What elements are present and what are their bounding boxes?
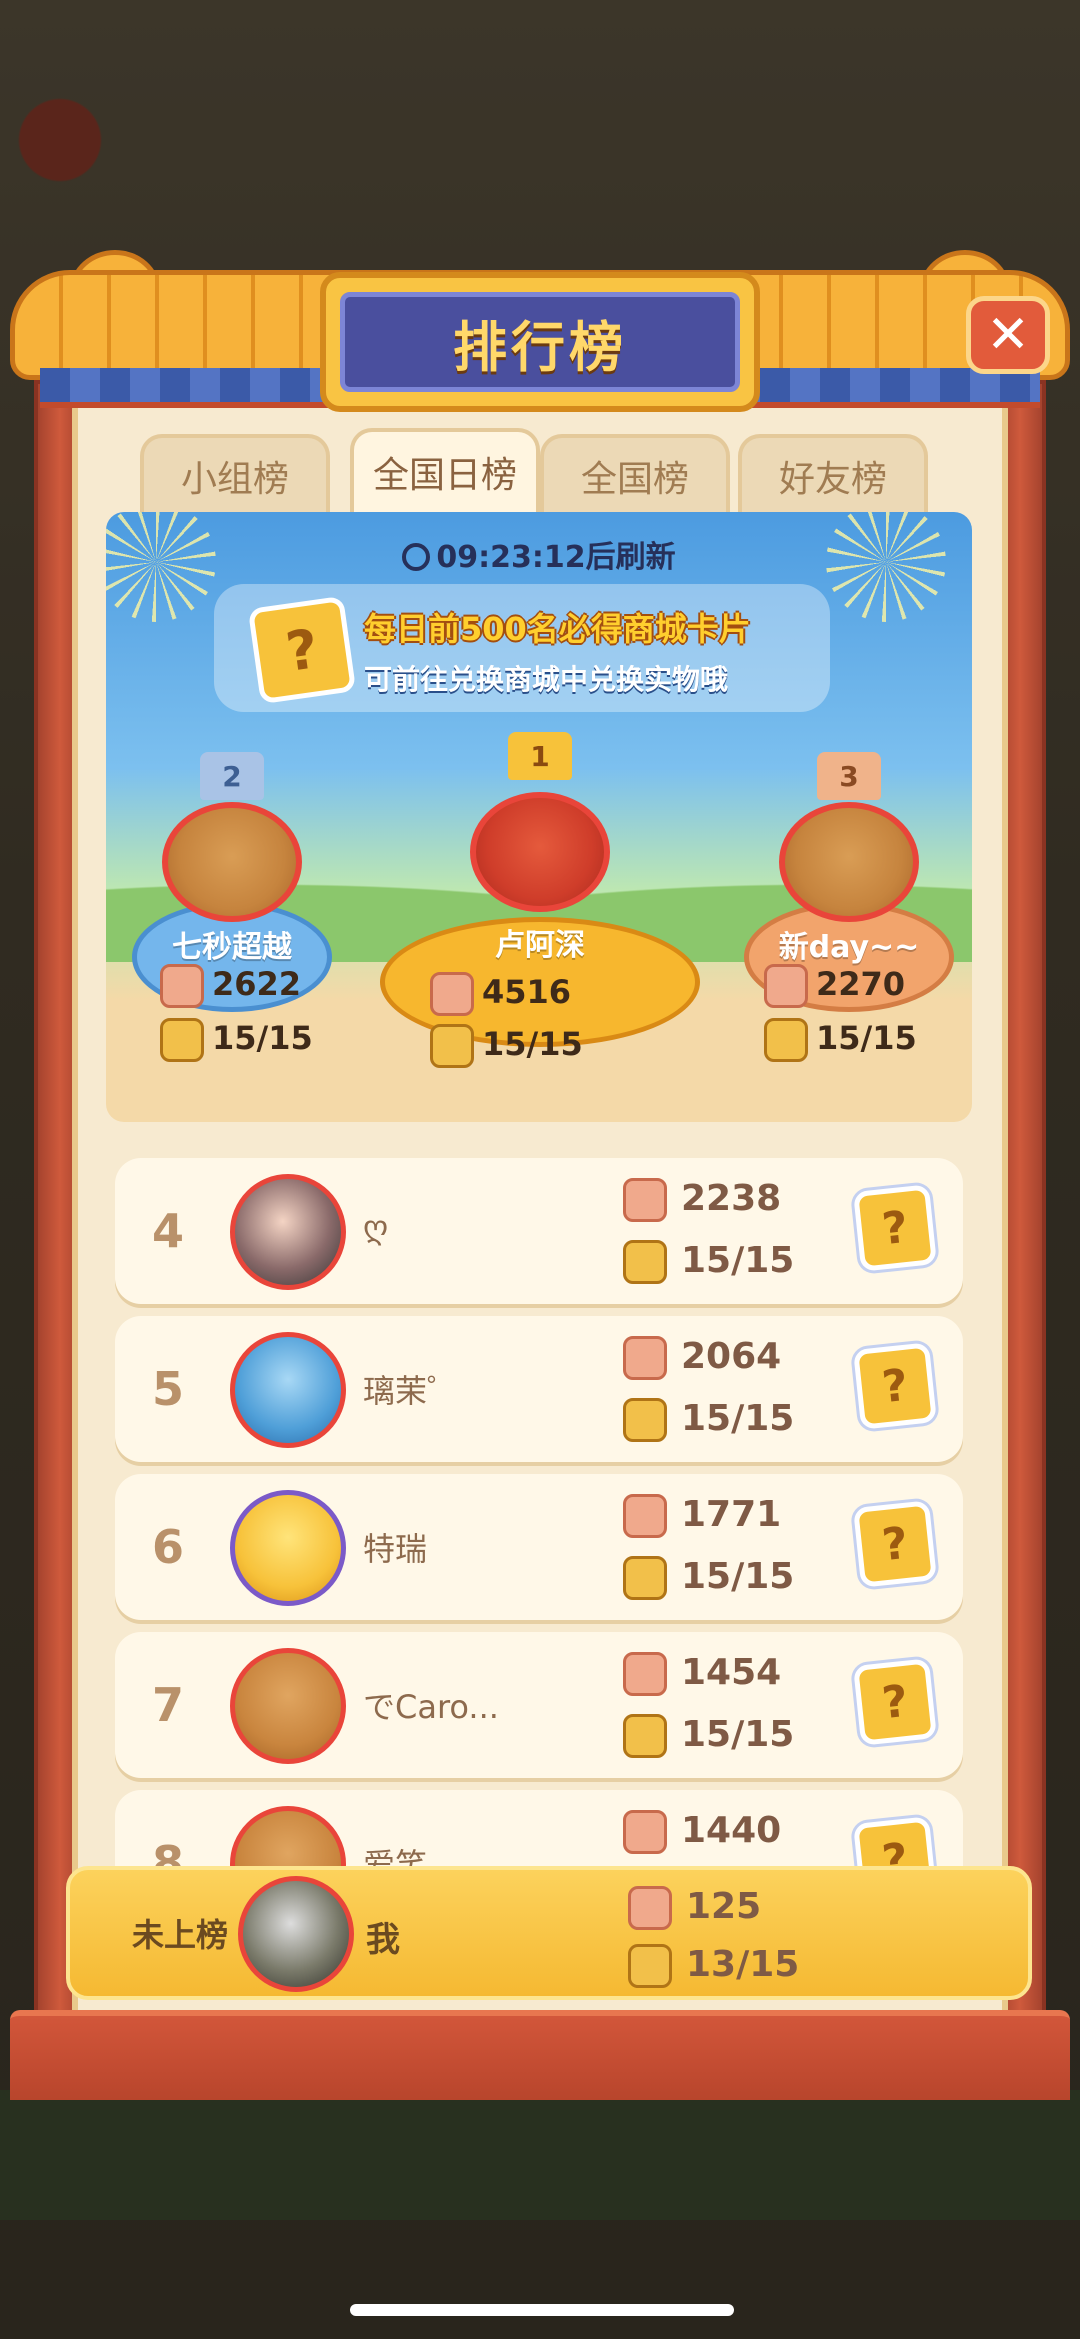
refresh-timer: 09:23:12后刷新: [106, 532, 972, 576]
bear-avatar-icon: [162, 802, 302, 922]
tab-group[interactable]: 小组榜: [140, 434, 330, 514]
avatar: [152, 772, 312, 922]
list-item[interactable]: 5 璃茉゜ 2064 15/15 ?: [115, 1316, 963, 1462]
avatar: [230, 1806, 346, 1868]
book-icon: [430, 1024, 474, 1068]
avatar: [230, 1174, 346, 1290]
rank-number: 6: [151, 1520, 184, 1574]
fu-coin-icon: [628, 1886, 672, 1930]
player-name: 璃茉゜: [363, 1372, 460, 1410]
avatar: [769, 772, 929, 922]
avatar: [238, 1876, 354, 1992]
podium-first[interactable]: 1 卢阿深 4516 15/15: [380, 732, 700, 1112]
rank-number: 8: [151, 1836, 184, 1868]
close-icon: ✕: [986, 305, 1030, 365]
book-icon: [160, 1018, 204, 1062]
progress: 15/15: [623, 1556, 794, 1600]
score: 4516: [430, 972, 571, 1016]
frame-base: [10, 2010, 1070, 2100]
bear-avatar-icon: [779, 802, 919, 922]
list-item[interactable]: 8 爱笑 1440 ?: [115, 1790, 963, 1868]
book-icon: [623, 1714, 667, 1758]
close-button[interactable]: ✕: [966, 296, 1050, 374]
progress: 15/15: [623, 1714, 794, 1758]
reward-line-2: 可前往兑换商城中兑换实物哦: [364, 663, 729, 696]
tab-bar: 小组榜 全国日榜 全国榜 好友榜: [140, 428, 940, 514]
list-item[interactable]: 6 特瑞 1771 15/15 ?: [115, 1474, 963, 1620]
player-name: 卢阿深: [495, 928, 585, 963]
avatar: [230, 1332, 346, 1448]
tab-national[interactable]: 全国榜: [540, 434, 730, 514]
progress: 15/15: [764, 1018, 917, 1062]
fu-coin-icon: [160, 964, 204, 1008]
score: 2270: [764, 964, 905, 1008]
list-item[interactable]: 4 ღ 2238 15/15 ?: [115, 1158, 963, 1304]
player-name: でCaro...: [363, 1688, 499, 1726]
clock-icon: [402, 543, 431, 571]
puzzle-card-icon[interactable]: ?: [853, 1500, 937, 1588]
puzzle-card-icon: ?: [247, 595, 357, 705]
score: 2622: [160, 964, 301, 1008]
red-monster-avatar-icon: [470, 792, 610, 912]
score: 1454: [623, 1652, 781, 1696]
podium-third[interactable]: 3 新day~~ 2270 15/15: [734, 752, 964, 1112]
podium-second[interactable]: 2 七秒超越 2622 15/15: [122, 752, 342, 1112]
rank-number: 4: [151, 1204, 184, 1258]
fu-coin-icon: [623, 1494, 667, 1538]
avatar: [230, 1490, 346, 1606]
page-title: 排行榜: [453, 315, 627, 379]
my-name: 我: [366, 1920, 400, 1960]
my-rank-bar[interactable]: 未上榜 我 125 13/15: [66, 1866, 1032, 2000]
avatar: [230, 1648, 346, 1764]
title-plaque: 排行榜: [320, 272, 760, 412]
fu-coin-icon: [623, 1178, 667, 1222]
my-rank-label: 未上榜: [132, 1916, 229, 1954]
reward-line-1: 每日前500名必得商城卡片: [364, 610, 751, 648]
book-icon: [764, 1018, 808, 1062]
puzzle-card-icon[interactable]: ?: [853, 1658, 937, 1746]
book-icon: [623, 1556, 667, 1600]
fu-coin-icon: [623, 1810, 667, 1854]
fu-coin-icon: [623, 1336, 667, 1380]
rank-number: 5: [151, 1362, 184, 1416]
progress: 15/15: [623, 1398, 794, 1442]
puzzle-card-icon[interactable]: ?: [853, 1816, 937, 1868]
my-score: 125: [628, 1886, 761, 1930]
player-name: 爱笑: [363, 1846, 428, 1868]
book-icon: [623, 1240, 667, 1284]
player-name: ღ: [363, 1208, 389, 1246]
book-icon: [628, 1944, 672, 1988]
progress: 15/15: [430, 1024, 583, 1068]
fu-coin-icon: [764, 964, 808, 1008]
home-indicator[interactable]: [350, 2304, 734, 2316]
progress: 15/15: [623, 1240, 794, 1284]
fu-coin-icon: [430, 972, 474, 1016]
progress: 15/15: [160, 1018, 313, 1062]
rank-number: 7: [151, 1678, 184, 1732]
tab-national-daily[interactable]: 全国日榜: [350, 428, 540, 512]
tab-friends[interactable]: 好友榜: [738, 434, 928, 514]
reward-banner[interactable]: ? 每日前500名必得商城卡片 可前往兑换商城中兑换实物哦: [214, 584, 830, 712]
avatar: [460, 762, 620, 912]
book-icon: [623, 1398, 667, 1442]
score: 2238: [623, 1178, 781, 1222]
score: 2064: [623, 1336, 781, 1380]
score: 1771: [623, 1494, 781, 1538]
top-three-section: 09:23:12后刷新 ? 每日前500名必得商城卡片 可前往兑换商城中兑换实物…: [106, 512, 972, 1122]
player-name: 特瑞: [363, 1530, 428, 1568]
puzzle-card-icon[interactable]: ?: [853, 1184, 937, 1272]
list-item[interactable]: 7 でCaro... 1454 15/15 ?: [115, 1632, 963, 1778]
ranking-list[interactable]: 4 ღ 2238 15/15 ? 5 璃茉゜ 2064 15/15 ? 6 特瑞…: [115, 1158, 963, 1868]
fu-coin-icon: [623, 1652, 667, 1696]
player-name: 新day~~: [778, 930, 920, 965]
my-progress: 13/15: [628, 1944, 799, 1988]
puzzle-card-icon[interactable]: ?: [853, 1342, 937, 1430]
player-name: 七秒超越: [172, 930, 292, 965]
score: 1440: [623, 1810, 781, 1854]
